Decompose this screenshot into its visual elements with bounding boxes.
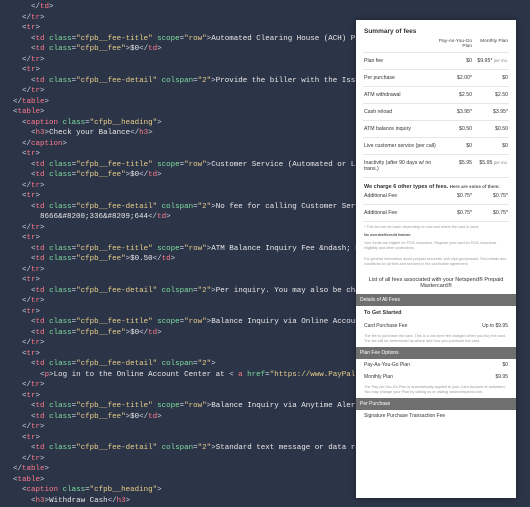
table-row: Additional Fee$0.75*$0.75* bbox=[364, 207, 508, 219]
table-row: Per purchase$2.00*$0 bbox=[364, 72, 508, 84]
fine-print-2: Your funds are eligible for FDIC insuran… bbox=[364, 241, 508, 251]
table-row: Pay-As-You-Go Plan$0 bbox=[364, 359, 508, 371]
fine-print-3: For general information about prepaid ac… bbox=[364, 257, 508, 267]
fine-print-1: * This fee can be lower depending on how… bbox=[364, 225, 508, 230]
table-row: ATM withdrawal$2.50$2.50 bbox=[364, 89, 508, 101]
fee-summary-panel: Summary of fees Pay-As-You-Go Plan Month… bbox=[356, 20, 516, 498]
table-row: Plan fee$0$9.95* per mo. bbox=[364, 55, 508, 67]
section-to-get-started: To Get Started bbox=[364, 306, 508, 320]
table-row: ATM balance inquiry$0.50$0.50 bbox=[364, 123, 508, 135]
table-row: Monthly Plan$9.95 bbox=[364, 371, 508, 383]
table-row: Signature Purchase Transaction Fee bbox=[364, 410, 508, 422]
table-row: Live customer service (per call)$0$0 bbox=[364, 140, 508, 152]
section-bar-details: Details of All Fees bbox=[356, 294, 516, 306]
list-title: List of all fees associated with your Ne… bbox=[364, 277, 508, 289]
column-headers: Pay-As-You-Go Plan Monthly Plan bbox=[364, 39, 508, 49]
table-row: Card Purchase FeeUp to $9.95 bbox=[364, 320, 508, 332]
table-row: Additional Fee$0.75*$0.75* bbox=[364, 190, 508, 202]
table-row: Inactivity (after 90 days w/ no trans.)$… bbox=[364, 157, 508, 175]
other-fees-heading: We charge 6 other types of fees. Here ar… bbox=[364, 184, 508, 190]
section-bar-purchase: Per Purchase bbox=[356, 398, 516, 410]
section-bar-plan: Plan Fee Options bbox=[356, 347, 516, 359]
fine-print-2h: No overdraft/credit feature. bbox=[364, 233, 508, 238]
table-row: Cash reload$3.95*$3.95* bbox=[364, 106, 508, 118]
panel-title: Summary of fees bbox=[364, 28, 508, 35]
